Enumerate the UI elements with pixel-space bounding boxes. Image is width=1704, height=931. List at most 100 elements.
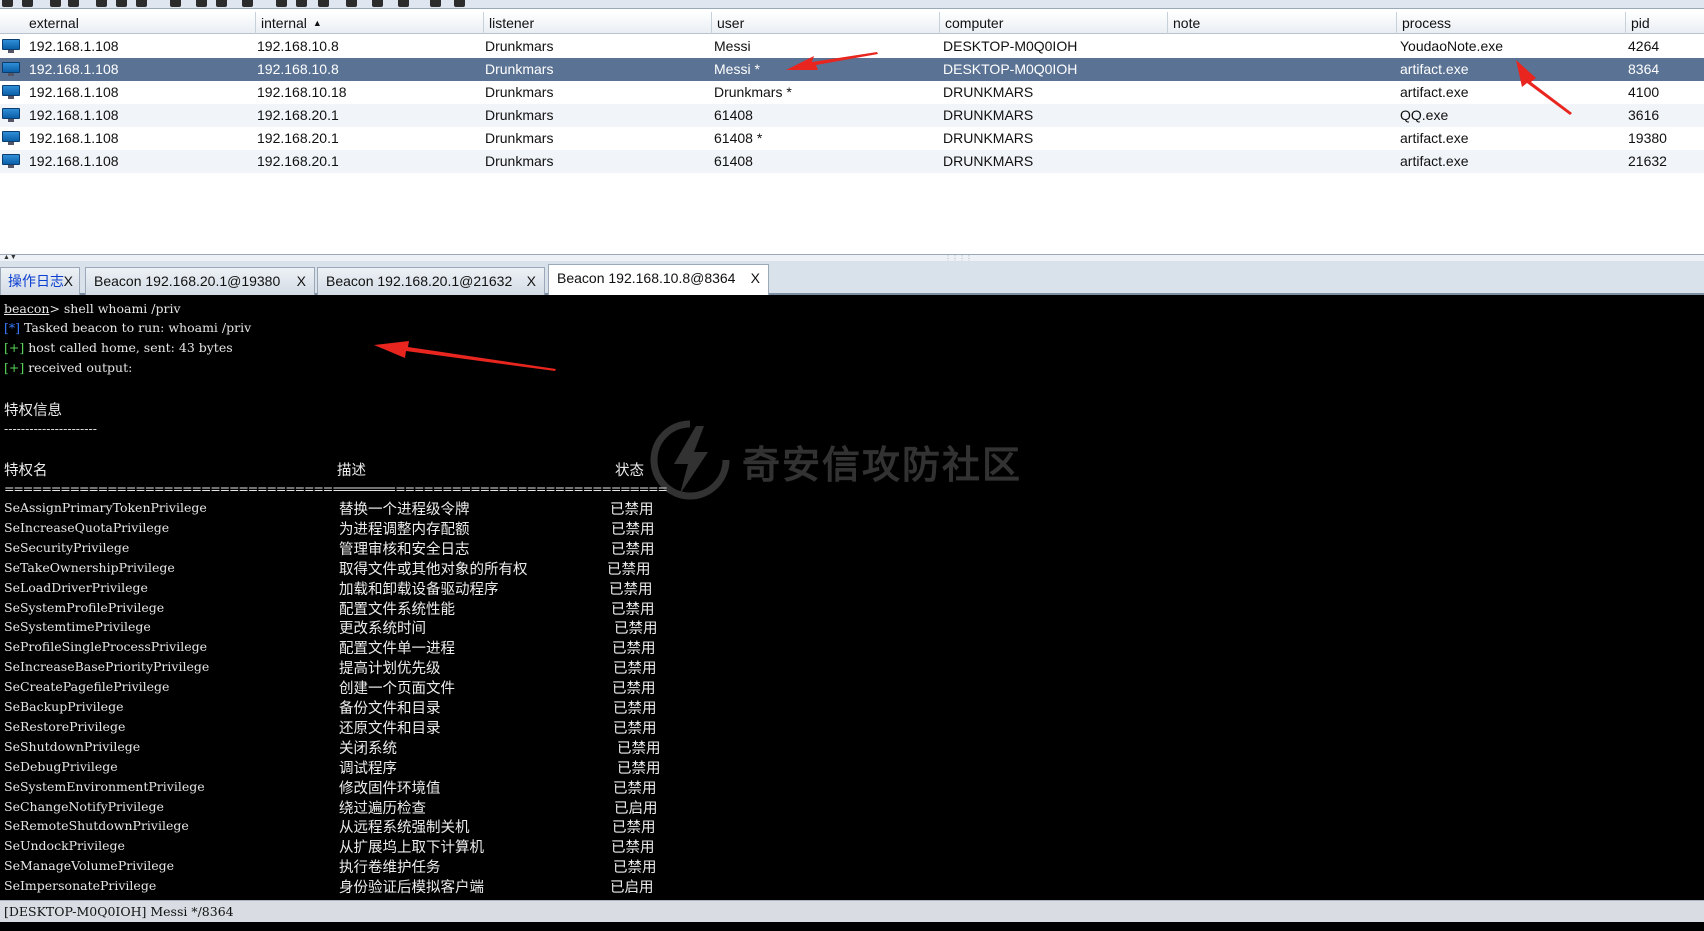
cell-external: 192.168.1.108 (29, 38, 119, 54)
privilege-name: SeCreatePagefilePrivilege (4, 679, 170, 695)
toolbar-icon[interactable] (2, 0, 13, 7)
privilege-name: SeIncreaseBasePriorityPrivilege (4, 659, 210, 675)
cell-listener: Drunkmars (485, 84, 554, 100)
toolbar-icon[interactable] (430, 0, 441, 7)
close-tab-icon[interactable]: X (527, 268, 536, 294)
column-header-external[interactable]: external (24, 12, 256, 34)
privilege-description: 从远程系统强制关机 (339, 820, 470, 837)
privilege-description: 管理审核和安全日志 (339, 541, 470, 558)
privilege-description: 替换一个进程级令牌 (339, 502, 470, 518)
table-row[interactable]: 192.168.1.108 192.168.20.1 Drunkmars 61408 D… (0, 104, 1704, 127)
toolbar (0, 0, 1704, 9)
beacon-console[interactable]: beacon> shell whoami /priv [*] Tasked be… (0, 295, 1704, 900)
cell-listener: Drunkmars (485, 61, 554, 77)
cell-external: 192.168.1.108 (29, 153, 119, 169)
cell-pid: 4264 (1628, 38, 1660, 54)
console-input[interactable] (0, 922, 1704, 931)
cell-pid: 3616 (1628, 107, 1660, 123)
column-header-computer[interactable]: computer (940, 12, 1168, 34)
privilege-name: SeSecurityPrivilege (4, 539, 130, 555)
success-tag: [+] (4, 360, 25, 375)
computer-icon (2, 108, 20, 122)
privilege-state: 已禁用 (612, 820, 656, 837)
privilege-description: 取得文件或其他对象的所有权 (339, 561, 528, 578)
toolbar-icon[interactable] (296, 0, 307, 7)
tab-beacon-8364[interactable]: Beacon 192.168.10.8@8364 X (548, 264, 769, 295)
toolbar-icon[interactable] (196, 0, 207, 7)
toolbar-icon[interactable] (372, 0, 383, 7)
close-tab-icon[interactable]: X (297, 268, 306, 294)
column-rule: ================================= (339, 481, 649, 496)
privilege-description: 提高计划优先级 (339, 661, 441, 678)
cell-internal: 192.168.20.1 (257, 153, 339, 169)
cell-user: 61408 (714, 153, 753, 169)
privilege-name: SeChangeNotifyPrivilege (4, 798, 164, 814)
cell-computer: DESKTOP-M0Q0IOH (943, 61, 1078, 77)
toolbar-icon[interactable] (242, 0, 253, 7)
table-row[interactable]: 192.168.1.108 192.168.10.18 Drunkmars Drunk… (0, 81, 1704, 104)
table-row[interactable]: 192.168.1.108 192.168.20.1 Drunkmars 61408 D… (0, 150, 1704, 173)
toolbar-icon[interactable] (22, 0, 33, 7)
toolbar-icon[interactable] (68, 0, 79, 7)
tab-beacon-19380[interactable]: Beacon 192.168.20.1@19380 X (85, 267, 315, 295)
privilege-description: 更改系统时间 (339, 621, 426, 638)
table-row[interactable]: 192.168.1.108 192.168.20.1 Drunkmars 61408 … (0, 127, 1704, 150)
privilege-description: 创建一个页面文件 (339, 681, 455, 698)
tab-label: Beacon 192.168.20.1@21632 (326, 273, 513, 289)
privilege-state: 已禁用 (612, 641, 656, 658)
console-line: [*] Tasked beacon to run: whoami /priv (4, 320, 251, 335)
toolbar-icon[interactable] (170, 0, 181, 7)
close-tab-icon[interactable]: X (751, 265, 760, 291)
toolbar-icon[interactable] (116, 0, 127, 7)
tab-bar: 操作日志 X Beacon 192.168.20.1@19380 X Beacon … (0, 261, 1704, 295)
cell-pid: 4100 (1628, 84, 1660, 100)
column-header-listener[interactable]: listener (484, 12, 712, 34)
pane-splitter[interactable]: ▲▼ ⋮⋮⋮⋮ (0, 254, 1704, 263)
column-header-user[interactable]: user (712, 12, 940, 34)
toolbar-icon[interactable] (276, 0, 287, 7)
computer-icon (2, 131, 20, 145)
privilege-name: SeDebugPrivilege (4, 758, 118, 774)
privilege-description: 为进程调整内存配额 (339, 521, 470, 538)
tab-beacon-21632[interactable]: Beacon 192.168.20.1@21632 X (317, 267, 545, 295)
column-rule: ========================================… (4, 481, 389, 496)
toolbar-icon[interactable] (454, 0, 465, 7)
privilege-name: SeManageVolumePrivilege (4, 858, 175, 874)
column-header-note[interactable]: note (1168, 12, 1397, 34)
cell-pid: 8364 (1628, 61, 1660, 77)
privilege-name: SeRestorePrivilege (4, 718, 126, 734)
column-header-pid[interactable]: pid (1626, 12, 1704, 34)
collapse-arrows-icon[interactable]: ▲▼ (3, 254, 17, 261)
table-row[interactable]: 192.168.1.108 192.168.10.8 Drunkmars Messi D… (0, 35, 1704, 58)
tab-event-log[interactable]: 操作日志 X (0, 267, 80, 295)
privilege-description: 调试程序 (339, 760, 397, 777)
watermark-text: 奇安信攻防社区 (742, 443, 1023, 487)
cell-listener: Drunkmars (485, 107, 554, 123)
column-header-process[interactable]: process (1397, 12, 1626, 34)
toolbar-icon[interactable] (50, 0, 61, 7)
toolbar-icon[interactable] (136, 0, 147, 7)
cell-computer: DRUNKMARS (943, 84, 1034, 100)
info-tag: [*] (4, 320, 21, 335)
toolbar-icon[interactable] (398, 0, 409, 7)
toolbar-icon[interactable] (318, 0, 329, 7)
cell-note (1166, 35, 1171, 58)
toolbar-icon[interactable] (216, 0, 227, 7)
toolbar-icon[interactable] (96, 0, 107, 7)
computer-icon (2, 39, 20, 53)
computer-icon (2, 154, 20, 168)
column-header-internal[interactable]: internal ▲ (256, 12, 484, 34)
privilege-name: SeBackupPrivilege (4, 699, 124, 714)
privilege-name: SeProfileSingleProcessPrivilege (4, 639, 207, 655)
console-line: [+] received output: (4, 360, 132, 375)
privilege-state: 已禁用 (613, 780, 657, 797)
privilege-description: 修改固件环境值 (339, 780, 441, 797)
table-row[interactable]: 192.168.1.108 192.168.10.8 Drunkmars Messi … (0, 58, 1704, 81)
privilege-description: 从扩展坞上取下计算机 (339, 840, 484, 857)
output-heading: 特权信息 (4, 403, 62, 419)
cell-listener: Drunkmars (485, 130, 554, 146)
close-tab-icon[interactable]: X (64, 268, 73, 294)
cell-internal: 192.168.10.8 (257, 38, 339, 54)
toolbar-icon[interactable] (346, 0, 357, 7)
cell-internal: 192.168.10.18 (257, 84, 347, 100)
